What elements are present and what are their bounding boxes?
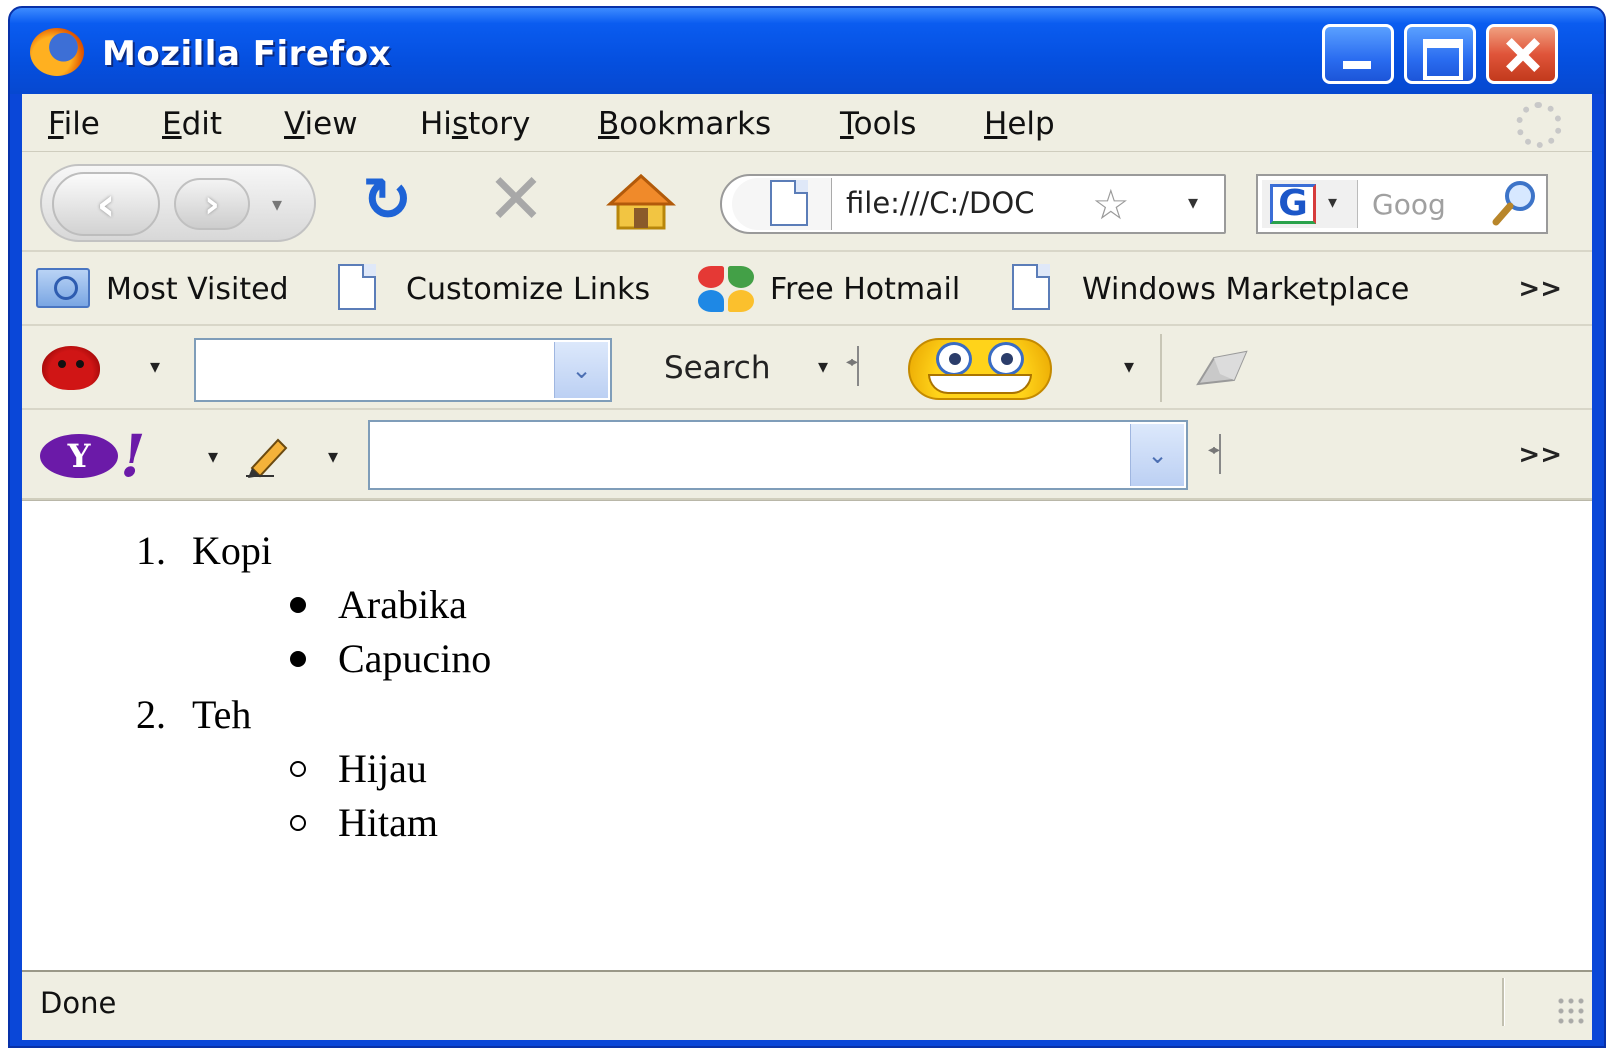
back-forward-group: ‹ › ▾ [40, 164, 316, 242]
yahoo-search-combo[interactable]: ⌄ [368, 420, 1188, 490]
pencil-dropdown-icon[interactable]: ▾ [328, 444, 338, 468]
toolbar-grip-icon[interactable] [846, 346, 868, 386]
reload-icon: ↻ [361, 165, 413, 235]
menu-tools[interactable]: Tools [840, 106, 916, 142]
yahoo-combo-dropdown-icon[interactable]: ⌄ [1130, 424, 1184, 486]
site-identity-button[interactable] [732, 178, 832, 230]
firefox-logo-icon [30, 28, 84, 76]
menu-bar: File Edit View History Bookmarks Tools H… [22, 94, 1592, 152]
minimize-button[interactable] [1322, 24, 1394, 84]
menu-edit[interactable]: Edit [162, 106, 222, 142]
search-engine-button[interactable]: G ▾ [1262, 180, 1358, 228]
status-text: Done [40, 986, 117, 1020]
title-bar[interactable]: Mozilla Firefox [10, 8, 1604, 94]
bookmark-windows-marketplace[interactable]: Windows Marketplace [1082, 272, 1409, 307]
ladybug-icon[interactable] [42, 346, 100, 390]
status-separator [1502, 978, 1505, 1026]
back-arrow-icon: ‹ [96, 177, 116, 231]
reload-button[interactable]: ↻ [352, 170, 422, 232]
menu-history[interactable]: History [420, 106, 530, 142]
search-bar[interactable]: G ▾ Goog [1256, 174, 1548, 234]
sublist-item: Capucino [338, 636, 492, 681]
stop-button[interactable]: ✕ [476, 164, 556, 236]
toolbar-search-button[interactable]: Search [664, 350, 771, 386]
menu-bookmarks[interactable]: Bookmarks [598, 106, 771, 142]
window-title: Mozilla Firefox [102, 34, 392, 74]
toolbar-separator [1160, 334, 1162, 402]
msn-butterfly-icon [698, 266, 756, 314]
page-content: 1. Kopi Arabika Capucino 2. Teh Hijau Hi… [22, 500, 1592, 970]
bookmark-star-icon[interactable]: ☆ [1092, 180, 1130, 229]
throbber-icon [1516, 102, 1562, 148]
url-input[interactable]: file:///C:/DOC [846, 186, 1086, 220]
sublist-item: Arabika [338, 582, 467, 627]
status-bar: Done [22, 970, 1592, 1032]
yahoo-logo-icon[interactable]: Y ! [40, 422, 150, 490]
list-item-kopi: Kopi [192, 528, 272, 573]
list-item-teh: Teh [192, 692, 252, 737]
ladybug-dropdown-icon[interactable]: ▾ [150, 354, 160, 378]
sublist-item: Hitam [338, 800, 438, 845]
maximize-button[interactable] [1404, 24, 1476, 84]
menu-file[interactable]: File [48, 106, 100, 142]
list-number: 1. [136, 528, 166, 573]
forward-arrow-icon: › [204, 182, 220, 226]
disc-bullet [290, 651, 306, 667]
sublist-item: Hijau [338, 746, 427, 791]
combo-dropdown-icon[interactable]: ⌄ [554, 342, 608, 398]
smiley-icon[interactable] [908, 338, 1052, 400]
disc-bullet [290, 597, 306, 613]
bookmarks-overflow-button[interactable]: >> [1518, 274, 1562, 304]
google-icon: G [1270, 184, 1316, 224]
circle-bullet [290, 761, 306, 777]
customize-links-page-icon [338, 264, 376, 310]
bookmarks-toolbar: Most Visited Customize Links Free Hotmai… [22, 252, 1592, 326]
bookmark-most-visited[interactable]: Most Visited [106, 272, 289, 307]
toolbar-search-combo[interactable]: ⌄ [194, 338, 612, 402]
search-icon[interactable] [1488, 178, 1540, 230]
forward-button[interactable]: › [174, 178, 250, 230]
url-dropdown-icon[interactable]: ▾ [1188, 190, 1198, 214]
list-number: 2. [136, 692, 166, 737]
bookmark-free-hotmail[interactable]: Free Hotmail [770, 272, 960, 307]
yahoo-overflow-button[interactable]: >> [1518, 440, 1562, 470]
resize-grip-icon[interactable] [1556, 996, 1586, 1026]
windows-marketplace-page-icon [1012, 264, 1050, 310]
stop-icon: ✕ [486, 158, 546, 240]
history-dropdown-icon[interactable]: ▾ [272, 192, 282, 216]
most-visited-folder-icon [36, 268, 90, 308]
ladybug-search-toolbar: ▾ ⌄ Search ▾ ▾ [22, 326, 1592, 410]
yahoo-dropdown-icon[interactable]: ▾ [208, 444, 218, 468]
smiley-dropdown-icon[interactable]: ▾ [1124, 354, 1134, 378]
menu-view[interactable]: View [284, 106, 358, 142]
search-input[interactable]: Goog [1372, 188, 1446, 221]
yahoo-toolbar-grip-icon[interactable] [1208, 434, 1230, 474]
close-button[interactable] [1486, 24, 1558, 84]
engine-dropdown-icon: ▾ [1328, 192, 1338, 213]
eraser-icon[interactable] [1194, 344, 1248, 388]
back-button[interactable]: ‹ [52, 172, 160, 236]
menu-help[interactable]: Help [984, 106, 1055, 142]
pencil-icon[interactable] [244, 434, 292, 478]
search-dropdown-icon[interactable]: ▾ [818, 354, 828, 378]
circle-bullet [290, 815, 306, 831]
home-icon [606, 173, 676, 230]
navigation-toolbar: ‹ › ▾ ↻ ✕ file:///C:/DOC ☆ ▾ G ▾ Goog [22, 152, 1592, 252]
bookmark-customize-links[interactable]: Customize Links [406, 272, 650, 307]
menu-history-label: History [420, 106, 531, 142]
yahoo-toolbar: Y ! ▾ ▾ ⌄ >> [22, 410, 1592, 500]
page-icon [770, 180, 808, 226]
home-button[interactable] [604, 172, 678, 232]
browser-window: Mozilla Firefox File Edit View History B… [8, 6, 1606, 1048]
url-bar[interactable]: file:///C:/DOC ☆ ▾ [720, 174, 1226, 234]
browser-client: File Edit View History Bookmarks Tools H… [22, 94, 1592, 1040]
